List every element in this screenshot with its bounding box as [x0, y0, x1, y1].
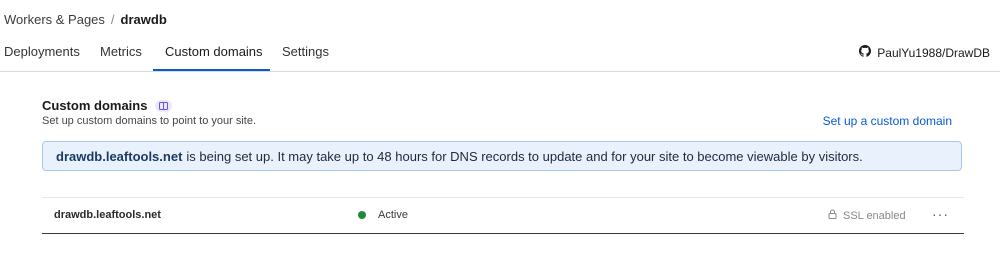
setup-custom-domain-link[interactable]: Set up a custom domain — [823, 114, 952, 128]
repository-label: PaulYu1988/DrawDB — [877, 45, 990, 60]
docs-icon[interactable] — [155, 99, 173, 112]
github-icon — [859, 45, 872, 60]
ssl-status: SSL enabled — [828, 209, 906, 222]
tab-custom-domains[interactable]: Custom domains — [165, 44, 263, 69]
lock-icon — [828, 209, 837, 222]
status-label: Active — [378, 209, 408, 221]
repository-link[interactable]: PaulYu1988/DrawDB — [859, 45, 990, 60]
status-dot-icon — [358, 211, 366, 219]
tab-metrics[interactable]: Metrics — [100, 44, 142, 69]
banner-message: is being set up. It may take up to 48 ho… — [186, 148, 863, 164]
breadcrumb-parent-link[interactable]: Workers & Pages — [4, 12, 105, 27]
section-header: Custom domains — [42, 98, 173, 113]
tab-deployments[interactable]: Deployments — [4, 44, 80, 69]
banner-domain: drawdb.leaftools.net — [56, 148, 183, 164]
breadcrumb-current: drawdb — [120, 12, 167, 27]
section-title: Custom domains — [42, 98, 148, 113]
tab-bar: Deployments Metrics Custom domains Setti… — [0, 36, 1000, 72]
tab-settings[interactable]: Settings — [282, 44, 329, 69]
domain-name: drawdb.leaftools.net — [54, 209, 161, 221]
domain-row: drawdb.leaftools.net Active SSL enabled … — [42, 197, 964, 234]
more-actions-button[interactable]: ··· — [932, 206, 949, 222]
ssl-label: SSL enabled — [843, 209, 906, 222]
breadcrumb-separator: / — [110, 12, 115, 27]
domain-status: Active — [358, 209, 408, 221]
setup-info-banner: drawdb.leaftools.net is being set up. It… — [42, 141, 962, 171]
active-tab-indicator — [153, 69, 270, 71]
section-description: Set up custom domains to point to your s… — [42, 115, 257, 127]
breadcrumb: Workers & Pages / drawdb — [4, 12, 167, 27]
